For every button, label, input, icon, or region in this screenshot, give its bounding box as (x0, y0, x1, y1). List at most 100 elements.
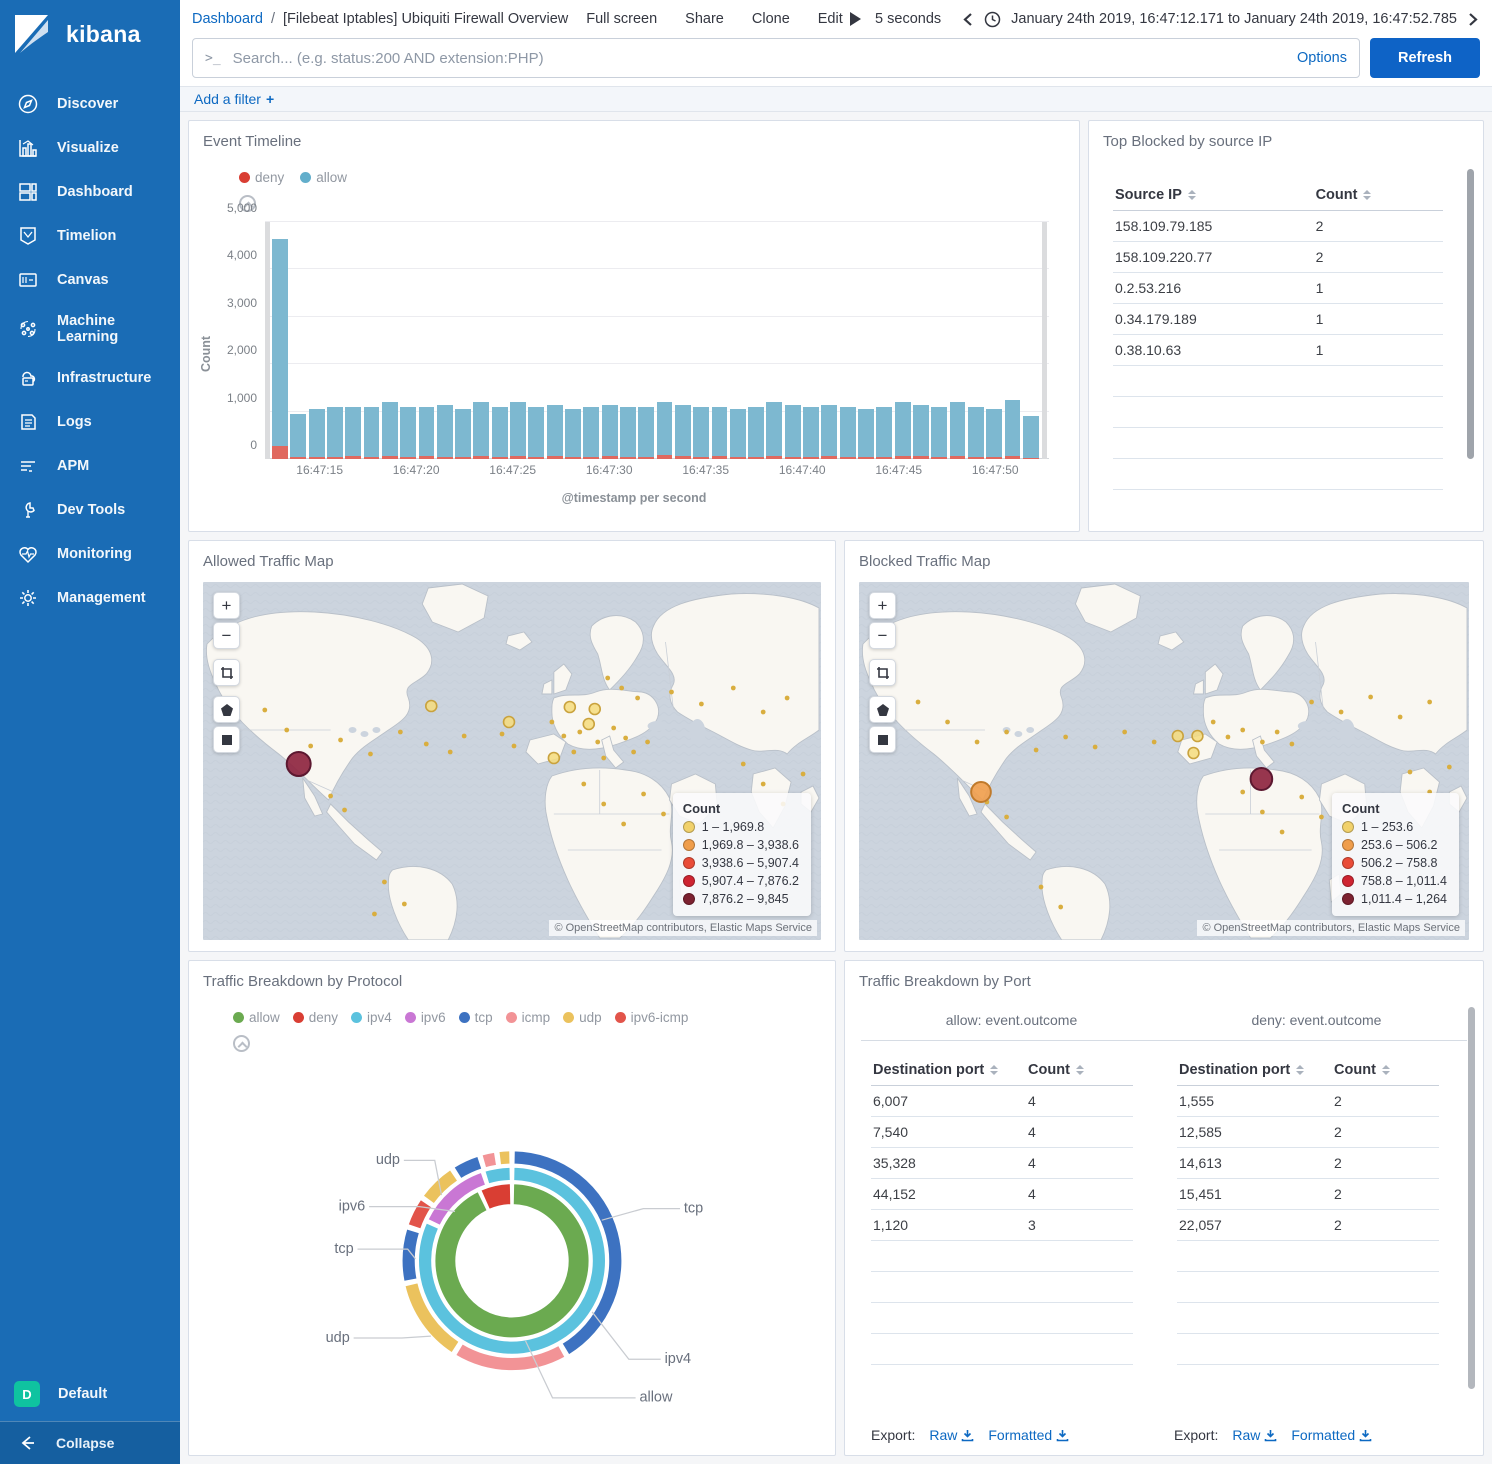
sidebar-item-discover[interactable]: Discover (0, 82, 180, 126)
legend-item-ipv6-icmp[interactable]: ipv6-icmp (615, 1010, 689, 1025)
map-point[interactable] (262, 708, 267, 713)
map-point[interactable] (1368, 695, 1373, 700)
sidebar-item-monitoring[interactable]: Monitoring (0, 532, 180, 576)
map-point[interactable] (1290, 742, 1295, 747)
map-point[interactable] (645, 740, 650, 745)
blocked-map[interactable]: + − Count 1 – 253.6 (859, 582, 1469, 940)
map-point[interactable] (669, 690, 674, 695)
refresh-interval[interactable]: 5 seconds (875, 11, 941, 27)
legend-collapse-icon[interactable] (233, 1035, 250, 1052)
map-point[interactable] (741, 762, 746, 767)
map-point[interactable] (1299, 795, 1304, 800)
sidebar-item-visualize[interactable]: Visualize (0, 126, 180, 170)
map-point[interactable] (1172, 731, 1183, 742)
map-point[interactable] (611, 726, 616, 731)
timeline-bar[interactable] (437, 405, 453, 459)
map-point[interactable] (1240, 790, 1245, 795)
map-point[interactable] (605, 676, 610, 681)
map-point[interactable] (1039, 885, 1044, 890)
timeline-bar[interactable] (510, 402, 526, 459)
collapse-nav-button[interactable]: Collapse (0, 1421, 180, 1464)
export-formatted-link[interactable]: Formatted (1291, 1427, 1372, 1443)
map-point[interactable] (577, 730, 582, 735)
search-input[interactable] (233, 50, 1297, 67)
map-point[interactable] (635, 696, 640, 701)
timeline-bar[interactable] (968, 407, 984, 459)
map-point[interactable] (1004, 730, 1009, 735)
fit-bounds-button[interactable] (869, 659, 896, 686)
fit-bounds-button[interactable] (213, 659, 240, 686)
timeline-bar[interactable] (309, 409, 325, 459)
sidebar-item-dev-tools[interactable]: Dev Tools (0, 488, 180, 532)
refresh-button[interactable]: Refresh (1370, 38, 1480, 78)
map-point[interactable] (785, 696, 790, 701)
sidebar-item-logs[interactable]: Logs (0, 400, 180, 444)
timeline-bar[interactable] (473, 402, 489, 459)
map-point[interactable] (589, 704, 600, 715)
timeline-bar[interactable] (364, 407, 380, 459)
kibana-logo[interactable]: kibana (0, 0, 180, 64)
clone-button[interactable]: Clone (752, 11, 790, 27)
legend-item-allow[interactable]: allow (300, 170, 347, 185)
map-point[interactable] (1063, 735, 1068, 740)
column-header-source-ip[interactable]: Source IP (1113, 180, 1314, 210)
map-point[interactable] (1188, 748, 1199, 759)
timeline-bar[interactable] (803, 407, 819, 459)
map-point[interactable] (631, 750, 636, 755)
allowed-map[interactable]: + − Count 1 – 1,969 (203, 582, 821, 940)
map-point[interactable] (1260, 740, 1265, 745)
map-point[interactable] (426, 701, 437, 712)
map-point[interactable] (338, 738, 343, 743)
column-header-destination-port[interactable]: Destination port (1177, 1055, 1332, 1085)
timeline-bar[interactable] (858, 409, 874, 459)
map-point[interactable] (504, 717, 515, 728)
time-range[interactable]: January 24th 2019, 16:47:12.171 to Janua… (1011, 11, 1457, 27)
timeline-bar[interactable] (455, 409, 471, 459)
timeline-bar[interactable] (1023, 416, 1039, 459)
time-back-icon[interactable] (961, 12, 974, 27)
timeline-bar[interactable] (583, 407, 599, 459)
map-point[interactable] (731, 686, 736, 691)
map-point[interactable] (448, 750, 453, 755)
map-point[interactable] (661, 812, 666, 817)
map-point[interactable] (623, 736, 628, 741)
scrollbar[interactable] (1468, 1007, 1475, 1389)
sidebar-item-canvas[interactable]: Canvas (0, 258, 180, 302)
map-point[interactable] (1280, 830, 1285, 835)
map-point[interactable] (1034, 748, 1039, 753)
map-point[interactable] (382, 880, 387, 885)
timeline-bar[interactable] (913, 405, 929, 459)
legend-item-deny[interactable]: deny (239, 170, 284, 185)
timeline-bar[interactable] (693, 407, 709, 459)
map-bubble[interactable] (287, 752, 311, 776)
map-point[interactable] (581, 782, 586, 787)
legend-item-udp[interactable]: udp (563, 1010, 602, 1025)
add-filter-plus-icon[interactable]: + (266, 91, 274, 107)
sunburst-segment-udp[interactable] (499, 1151, 510, 1165)
map-point[interactable] (801, 772, 806, 777)
column-header-count[interactable]: Count (1332, 1055, 1439, 1085)
map-point[interactable] (619, 686, 624, 691)
map-point[interactable] (308, 744, 313, 749)
map-point[interactable] (512, 744, 517, 749)
map-point[interactable] (761, 710, 766, 715)
timeline-bar[interactable] (950, 402, 966, 459)
map-point[interactable] (595, 740, 600, 745)
time-forward-icon[interactable] (1467, 12, 1480, 27)
map-point[interactable] (699, 702, 704, 707)
map-point[interactable] (1408, 770, 1413, 775)
polygon-select-button[interactable] (213, 696, 240, 723)
zoom-in-button[interactable]: + (213, 592, 240, 619)
add-filter-link[interactable]: Add a filter (194, 91, 261, 107)
edit-button[interactable]: Edit (818, 11, 843, 27)
export-raw-link[interactable]: Raw (1232, 1427, 1277, 1443)
export-formatted-link[interactable]: Formatted (988, 1427, 1069, 1443)
timeline-bar[interactable] (675, 405, 691, 459)
play-refresh-icon[interactable] (850, 12, 861, 26)
legend-item-ipv6[interactable]: ipv6 (405, 1010, 446, 1025)
map-point[interactable] (549, 720, 554, 725)
legend-item-tcp[interactable]: tcp (459, 1010, 493, 1025)
sidebar-item-infrastructure[interactable]: Infrastructure (0, 356, 180, 400)
timeline-bar[interactable] (766, 402, 782, 459)
map-point[interactable] (945, 720, 950, 725)
